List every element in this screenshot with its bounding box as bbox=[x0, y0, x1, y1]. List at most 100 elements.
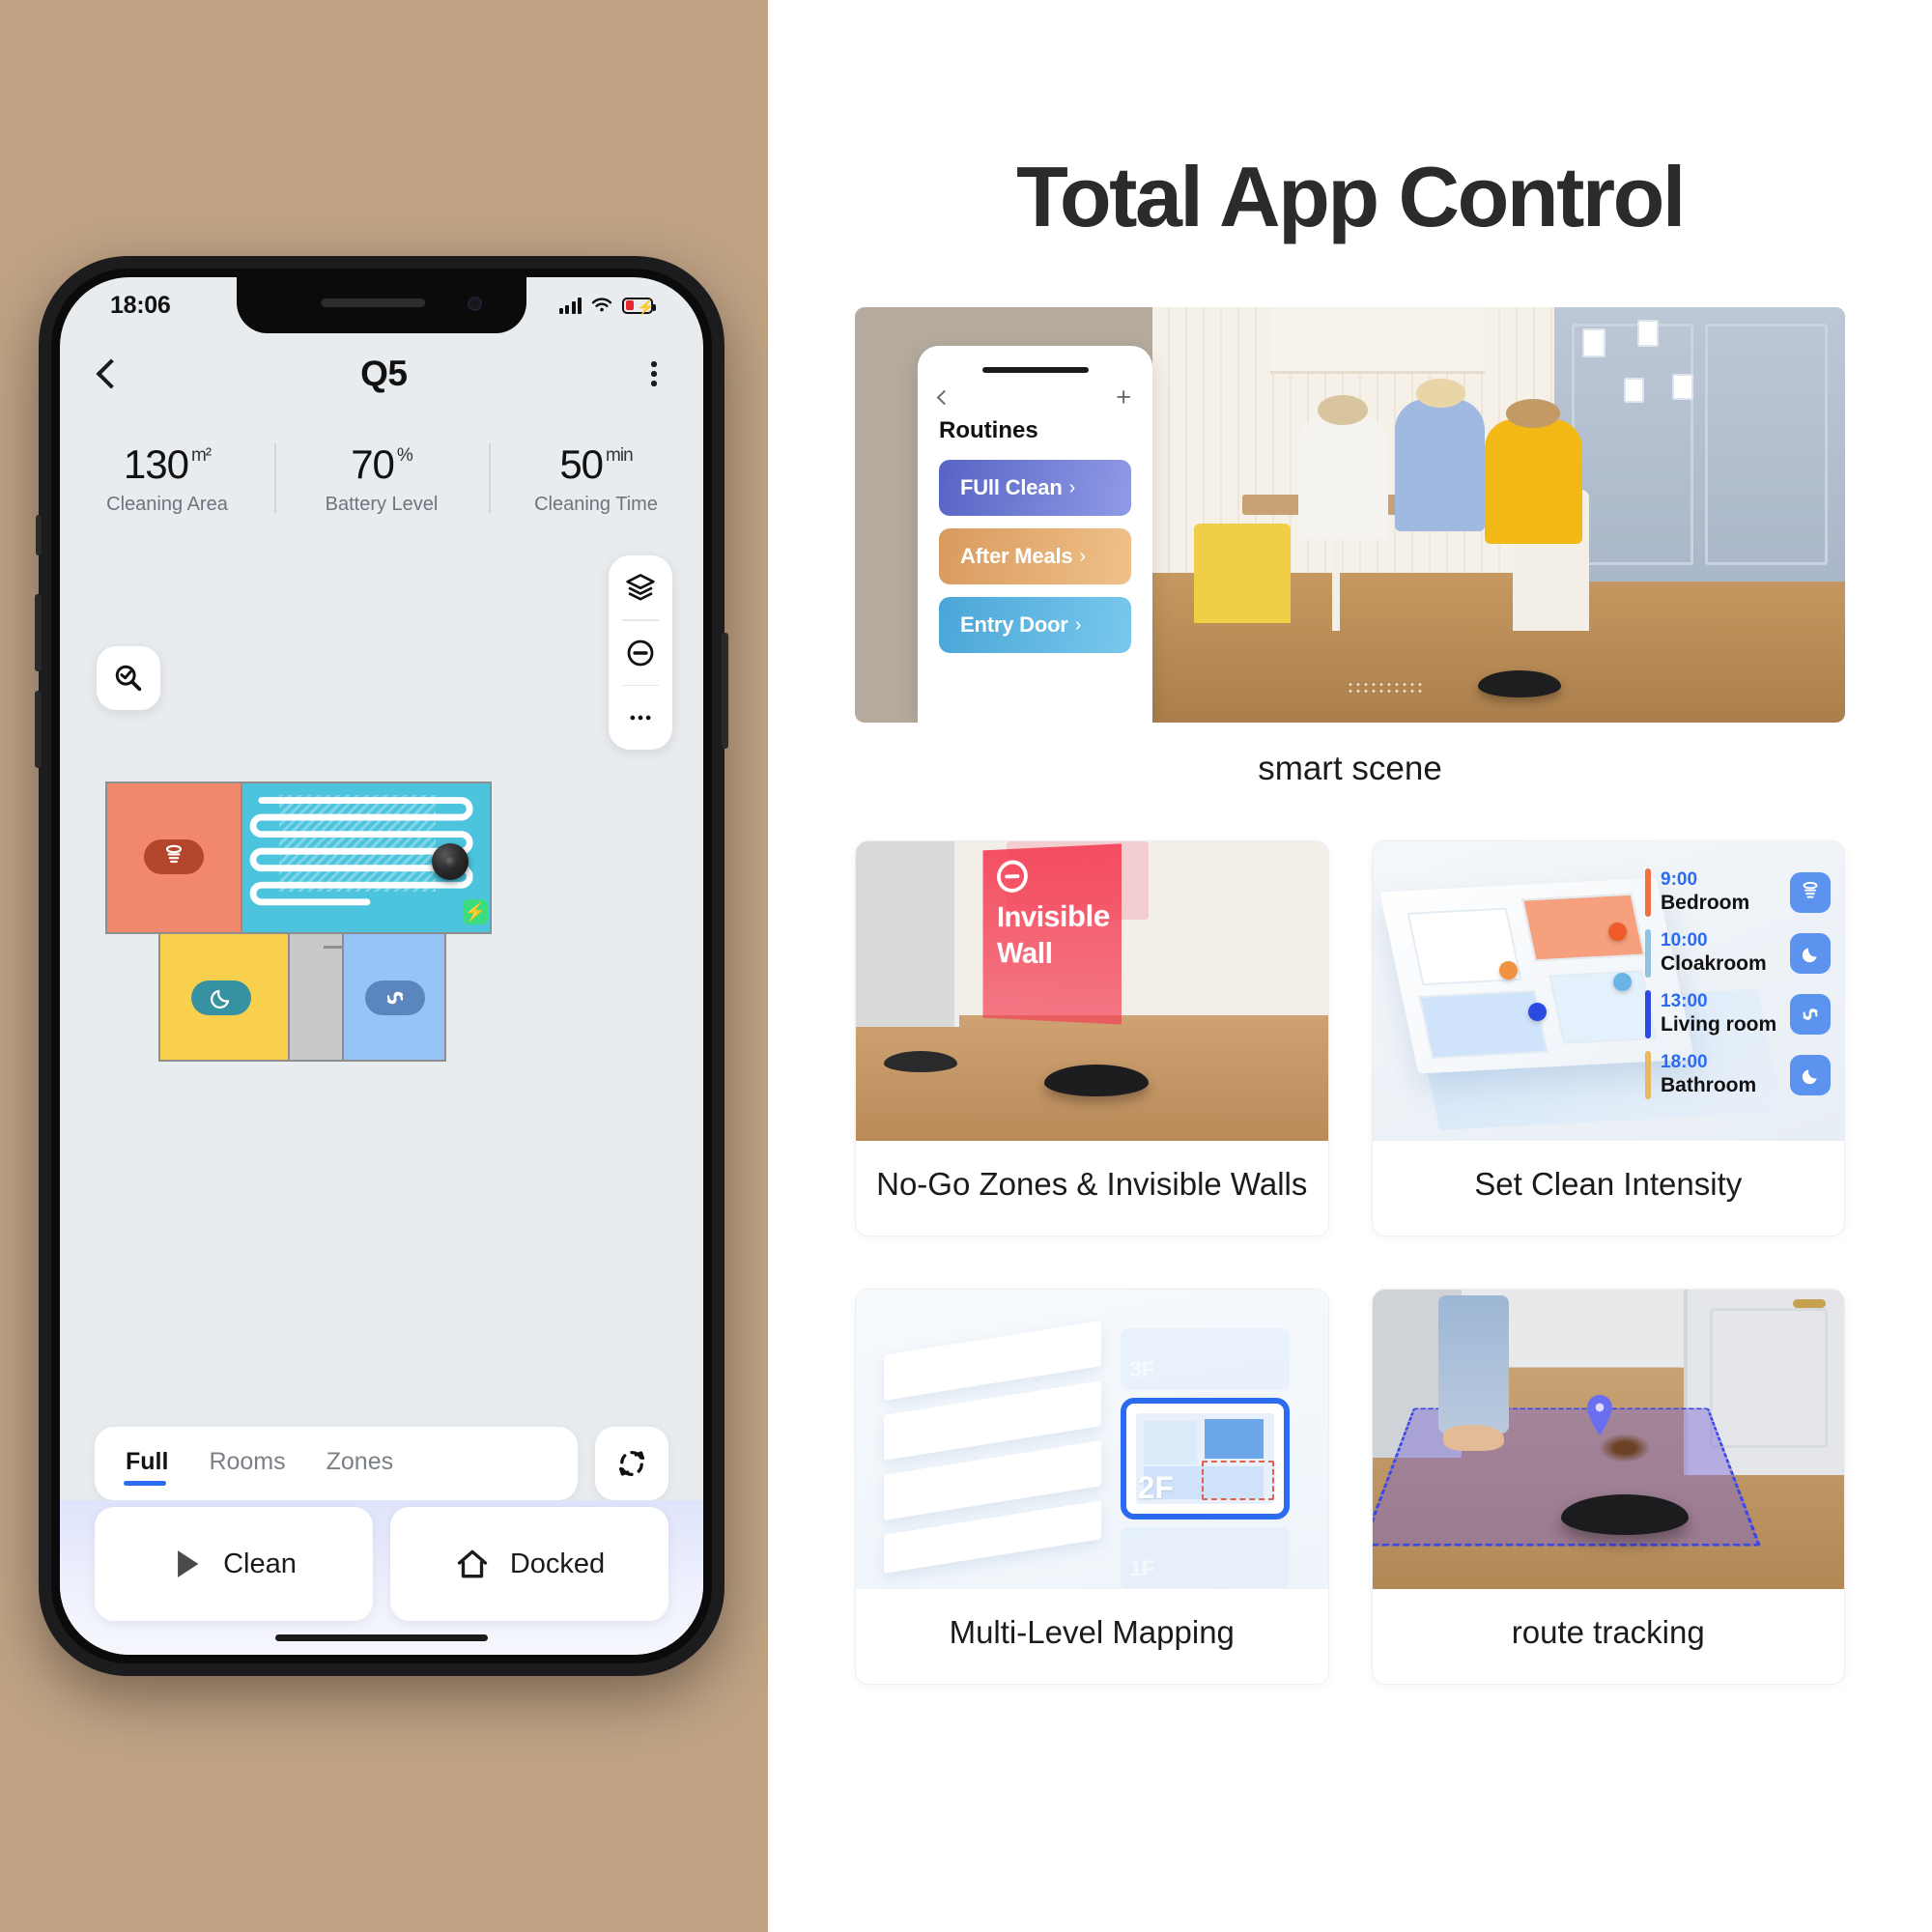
quiet-moon-icon[interactable] bbox=[1790, 1055, 1831, 1095]
schedule-row[interactable]: 13:00 Living room bbox=[1645, 990, 1831, 1038]
volume-up-button[interactable] bbox=[35, 594, 42, 671]
floor-label: 3F bbox=[1129, 1357, 1155, 1382]
headline: Total App Control bbox=[1016, 149, 1686, 244]
upper-cabinets bbox=[1269, 307, 1486, 374]
card-caption: No-Go Zones & Invisible Walls bbox=[876, 1166, 1308, 1202]
fridge-magnet bbox=[1636, 319, 1659, 347]
volume-down-button[interactable] bbox=[35, 691, 42, 768]
card-caption: Set Clean Intensity bbox=[1474, 1166, 1743, 1202]
map-room-orange[interactable] bbox=[105, 781, 242, 934]
card-clean-intensity[interactable]: 9:00 Bedroom 10:00 Cloakroom 13:00 Livin… bbox=[1371, 840, 1845, 1236]
room-d bbox=[1548, 970, 1658, 1045]
schedule-time: 18:00 bbox=[1661, 1052, 1708, 1073]
more-options-icon[interactable] bbox=[609, 686, 672, 750]
back-chevron-icon[interactable] bbox=[936, 389, 952, 405]
map-room-yellow[interactable] bbox=[158, 934, 290, 1062]
charging-dock-icon: ⚡ bbox=[463, 899, 488, 924]
plus-icon[interactable]: + bbox=[1116, 384, 1131, 411]
hero-smart-scene-image: + Routines FUll Clean › After Meals › En… bbox=[855, 307, 1845, 723]
silent-switch[interactable] bbox=[36, 515, 42, 555]
fridge-magnet bbox=[1581, 327, 1605, 357]
floor-tile-3f[interactable]: 3F bbox=[1120, 1328, 1291, 1391]
select-zone-icon[interactable] bbox=[97, 646, 160, 710]
wifi-icon bbox=[591, 298, 612, 312]
card-no-go-zones[interactable]: Invisible Wall No-Go Zones & Invisible W… bbox=[855, 840, 1329, 1236]
map-layers-icon[interactable] bbox=[609, 555, 672, 619]
hero-caption: smart scene bbox=[1258, 750, 1442, 787]
tab-zones[interactable]: Zones bbox=[323, 1442, 397, 1486]
schedule-time: 10:00 bbox=[1661, 930, 1708, 952]
map-room-blue[interactable] bbox=[344, 934, 446, 1062]
battery-charging-icon: ⚡ bbox=[622, 297, 656, 316]
schedule-row[interactable]: 10:00 Cloakroom bbox=[1645, 929, 1831, 978]
floor-selector[interactable]: 3F 2F 1F bbox=[1120, 1328, 1291, 1589]
no-go-zone-icon[interactable] bbox=[609, 621, 672, 685]
child-right bbox=[1485, 399, 1582, 545]
routine-after-meals[interactable]: After Meals › bbox=[939, 528, 1131, 584]
tab-full[interactable]: Full bbox=[122, 1442, 172, 1486]
max-suction-icon[interactable] bbox=[144, 839, 204, 874]
chevron-right-icon: › bbox=[1068, 476, 1076, 498]
map-mode-tabs[interactable]: Full Rooms Zones bbox=[95, 1427, 578, 1500]
child-left bbox=[1297, 395, 1388, 540]
person-legs bbox=[1437, 1295, 1510, 1434]
floor-tile-2f[interactable]: 2F bbox=[1120, 1398, 1291, 1520]
action-bar: Clean Docked bbox=[60, 1500, 703, 1655]
schedule-room: Living room bbox=[1661, 1013, 1777, 1037]
yellow-chair bbox=[1194, 523, 1292, 623]
drag-handle[interactable] bbox=[981, 367, 1089, 373]
map-area[interactable]: ⚡ bbox=[60, 530, 703, 1418]
schedule-room: Bathroom bbox=[1661, 1074, 1757, 1097]
stat-label: Cleaning Area bbox=[106, 493, 228, 515]
room-c bbox=[1418, 990, 1548, 1060]
chevron-right-icon: › bbox=[1079, 545, 1086, 567]
cabinet-handle bbox=[1792, 1298, 1826, 1308]
clean-button[interactable]: Clean bbox=[95, 1507, 373, 1621]
card-multi-level-mapping[interactable]: 3F 2F 1F Multi-Level Mapping bbox=[855, 1289, 1329, 1685]
routine-label: Entry Door bbox=[960, 612, 1068, 637]
stat-unit: % bbox=[396, 444, 413, 466]
kebab-menu-icon[interactable] bbox=[645, 355, 663, 392]
power-button[interactable] bbox=[722, 633, 728, 749]
schedule-row[interactable]: 18:00 Bathroom bbox=[1645, 1051, 1831, 1099]
refresh-map-icon[interactable] bbox=[595, 1427, 668, 1500]
map-control-stack[interactable] bbox=[609, 555, 672, 750]
home-dock-icon bbox=[457, 1549, 487, 1578]
room-b bbox=[1520, 894, 1645, 962]
stat-cleaning-area: 130 m² Cleaning Area bbox=[60, 432, 274, 525]
earpiece-speaker bbox=[321, 298, 426, 307]
stat-unit: m² bbox=[190, 444, 212, 466]
docked-button-label: Docked bbox=[509, 1548, 606, 1579]
robot-vacuum-icon bbox=[432, 843, 469, 880]
schedule-row[interactable]: 9:00 Bedroom bbox=[1645, 868, 1831, 917]
routine-full-clean[interactable]: FUll Clean › bbox=[939, 460, 1131, 516]
multi-level-image: 3F 2F 1F bbox=[856, 1290, 1328, 1589]
routine-entry-door[interactable]: Entry Door › bbox=[939, 597, 1131, 653]
vortex-spiral-icon[interactable] bbox=[1790, 994, 1831, 1035]
page-title: Q5 bbox=[360, 354, 408, 393]
card-route-tracking[interactable]: route tracking bbox=[1371, 1289, 1845, 1685]
play-icon bbox=[178, 1550, 199, 1577]
quiet-moon-icon[interactable] bbox=[191, 980, 251, 1015]
max-suction-icon[interactable] bbox=[1790, 872, 1831, 913]
marker-living bbox=[1612, 973, 1632, 992]
floor-plan-map[interactable]: ⚡ bbox=[105, 781, 492, 1071]
map-room-cyan[interactable]: ⚡ bbox=[242, 781, 492, 934]
floor-label: 2F bbox=[1137, 1470, 1174, 1506]
route-tracking-image bbox=[1372, 1290, 1844, 1589]
stat-value: 70 bbox=[351, 440, 395, 487]
tab-rooms[interactable]: Rooms bbox=[205, 1442, 289, 1486]
robot-vacuum-icon bbox=[1477, 670, 1561, 698]
back-chevron-icon[interactable] bbox=[96, 358, 127, 389]
routine-label: After Meals bbox=[960, 544, 1073, 568]
routines-title: Routines bbox=[939, 417, 1038, 443]
schedule-list[interactable]: 9:00 Bedroom 10:00 Cloakroom 13:00 Livin… bbox=[1645, 868, 1831, 1099]
floor-tile-1f[interactable]: 1F bbox=[1120, 1527, 1291, 1589]
routine-label: FUll Clean bbox=[960, 475, 1063, 499]
vortex-spiral-icon[interactable] bbox=[365, 980, 425, 1015]
docked-button[interactable]: Docked bbox=[390, 1507, 668, 1621]
map-room-grey[interactable] bbox=[290, 934, 344, 1062]
home-indicator[interactable] bbox=[275, 1634, 488, 1641]
quiet-moon-icon[interactable] bbox=[1790, 933, 1831, 974]
left-product-panel: 18:06 ⚡ Q5 130 m² Cleaning Area 70 % Bat… bbox=[0, 0, 768, 1932]
